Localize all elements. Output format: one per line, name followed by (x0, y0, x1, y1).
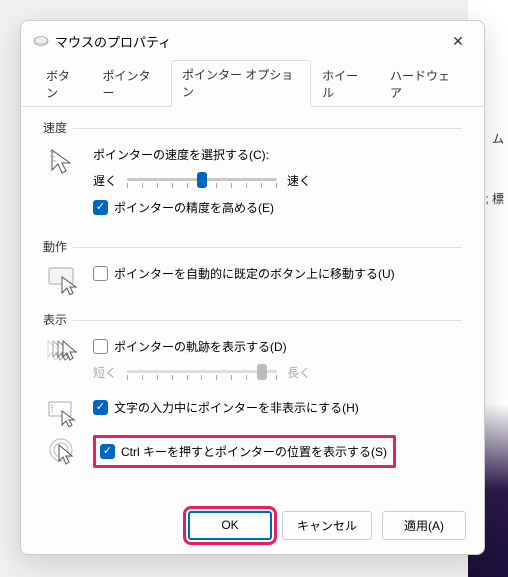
fast-label: 速く (287, 172, 311, 189)
dialog-title: マウスのプロパティ (55, 32, 442, 51)
trails-length-slider (127, 361, 277, 383)
mouse-properties-dialog: マウスのプロパティ ✕ ボタン ポインター ポインター オプション ホイール ハ… (20, 20, 485, 555)
bg-text: ; 標 (485, 190, 504, 207)
tab-wheel[interactable]: ホイール (311, 61, 379, 107)
snap-to-checkbox[interactable] (93, 266, 108, 281)
snap-to-icon (47, 265, 81, 295)
speed-cursor-icon (47, 146, 81, 222)
trails-icon (47, 338, 81, 391)
speed-group-label: 速度 (43, 119, 462, 136)
enhance-precision-label: ポインターの精度を高める(E) (114, 199, 274, 216)
motion-group: 動作 ポインターを自動的に既定のボタン上に移動する(U) (43, 238, 462, 297)
tab-strip: ボタン ポインター ポインター オプション ホイール ハードウェア (21, 59, 484, 107)
tab-pointer-options[interactable]: ポインター オプション (171, 60, 311, 107)
hide-typing-icon (47, 399, 81, 427)
snap-to-label: ポインターを自動的に既定のボタン上に移動する(U) (114, 265, 395, 282)
tab-pointer[interactable]: ポインター (91, 61, 170, 107)
trails-long-label: 長く (287, 364, 311, 381)
speed-group: 速度 ポインターの速度を選択する(C): 遅く (43, 119, 462, 224)
tab-hardware[interactable]: ハードウェア (379, 61, 470, 107)
trails-checkbox[interactable] (93, 339, 108, 354)
ok-button[interactable]: OK (188, 511, 272, 540)
hide-typing-label: 文字の入力中にポインターを非表示にする(H) (114, 399, 359, 416)
speed-label: ポインターの速度を選択する(C): (93, 146, 462, 163)
trails-short-label: 短く (93, 364, 117, 381)
mouse-icon (33, 33, 49, 49)
hide-typing-checkbox[interactable] (93, 400, 108, 415)
display-group: 表示 ポインターの軌跡を表示する(D) 短 (43, 311, 462, 470)
apply-button[interactable]: 適用(A) (382, 511, 466, 540)
cancel-button[interactable]: キャンセル (282, 511, 372, 540)
display-group-label: 表示 (43, 311, 462, 328)
ctrl-locate-label: Ctrl キーを押すとポインターの位置を表示する(S) (121, 443, 387, 460)
dialog-content: 速度 ポインターの速度を選択する(C): 遅く (21, 107, 484, 501)
ctrl-highlight: Ctrl キーを押すとポインターの位置を表示する(S) (93, 435, 396, 468)
dialog-buttons: OK キャンセル 適用(A) (21, 501, 484, 554)
close-button[interactable]: ✕ (442, 29, 474, 53)
motion-group-label: 動作 (43, 238, 462, 255)
pointer-speed-slider[interactable] (127, 169, 277, 191)
trails-label: ポインターの軌跡を表示する(D) (114, 338, 287, 355)
enhance-precision-checkbox[interactable] (93, 200, 108, 215)
ctrl-locate-icon (47, 435, 81, 468)
slow-label: 遅く (93, 172, 117, 189)
bg-text: ム (492, 130, 504, 147)
titlebar: マウスのプロパティ ✕ (21, 21, 484, 59)
tab-buttons[interactable]: ボタン (35, 61, 91, 107)
ctrl-locate-checkbox[interactable] (100, 444, 115, 459)
